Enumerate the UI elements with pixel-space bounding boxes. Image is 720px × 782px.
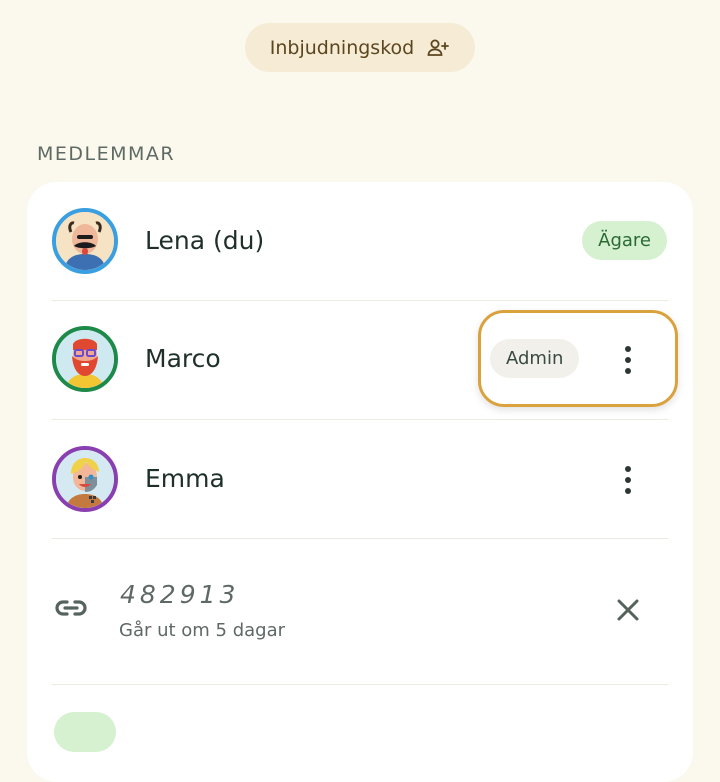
focus-highlight [478,310,678,407]
member-row-emma[interactable]: Emma [27,420,693,540]
divider [52,538,668,539]
link-icon [53,590,89,626]
member-name: Marco [145,344,221,373]
member-name: Emma [145,464,225,493]
members-card: Lena (du) Ägare Marco Admin Emma 482913 … [27,182,693,782]
invite-code-value: 482913 [120,580,240,609]
divider [52,684,668,685]
close-icon[interactable] [614,596,642,624]
member-row-lena[interactable]: Lena (du) Ägare [27,182,693,302]
invite-code-expiry: Går ut om 5 dagar [119,620,286,641]
red-beard-avatar [52,326,118,392]
more-options-icon[interactable] [615,462,641,498]
section-title: MEDLEMMAR [37,143,176,165]
invite-code-label: Inbjudningskod [269,36,415,59]
bald-man-avatar [52,208,118,274]
member-name: Lena (du) [145,226,265,255]
person-add-icon [426,36,450,60]
invite-code-button[interactable]: Inbjudningskod [245,23,475,72]
next-row-peek [54,712,116,752]
blonde-avatar [52,446,118,512]
owner-badge: Ägare [582,221,667,260]
